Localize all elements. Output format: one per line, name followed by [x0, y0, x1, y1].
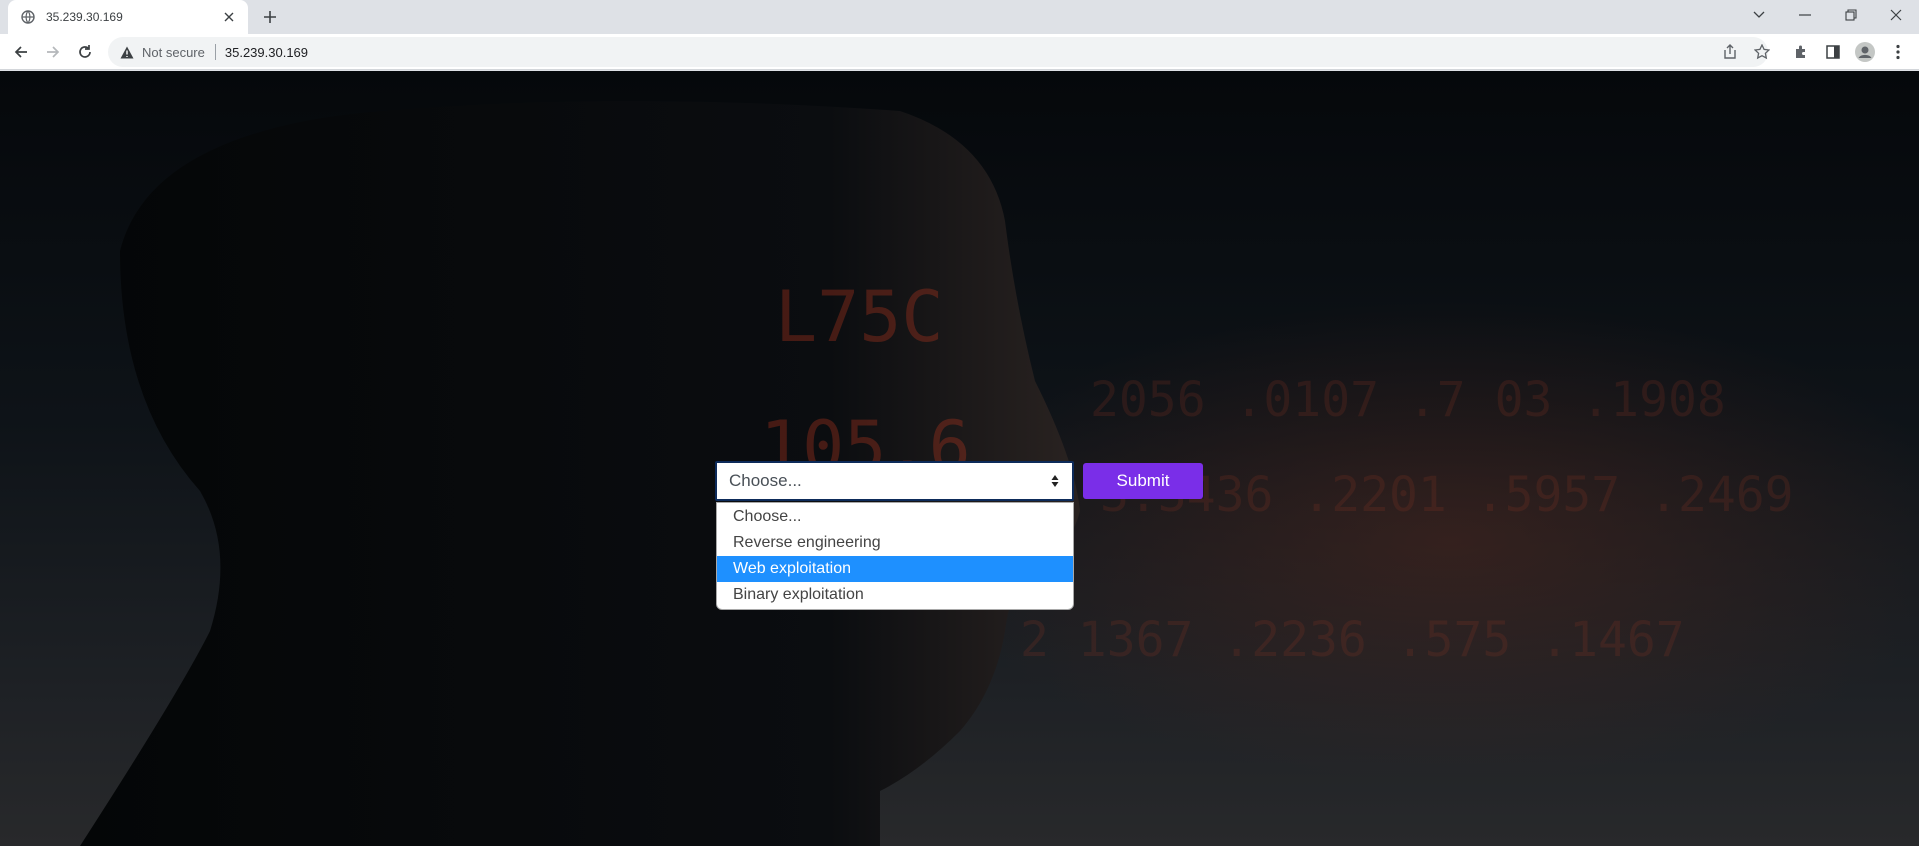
select-arrows-icon [1050, 473, 1060, 489]
url-text[interactable]: 35.239.30.169 [225, 45, 308, 60]
tab-strip: 35.239.30.169 [0, 0, 1919, 34]
share-icon[interactable] [1718, 40, 1742, 64]
forward-arrow-icon[interactable] [41, 40, 65, 64]
address-bar[interactable]: Not secure 35.239.30.169 [108, 37, 1768, 67]
option-choose[interactable]: Choose... [717, 504, 1073, 530]
minimize-icon[interactable] [1782, 0, 1828, 30]
category-select[interactable]: Choose... [715, 461, 1074, 501]
close-icon[interactable] [1873, 0, 1919, 30]
hacker-background-image: L75C 105.6 2056 .0107 .7 03 .1908 3.3436… [80, 101, 1919, 846]
back-arrow-icon[interactable] [9, 40, 33, 64]
svg-text:2056 .0107 .7 03 .1908: 2056 .0107 .7 03 .1908 [1090, 372, 1726, 428]
restore-icon[interactable] [1828, 0, 1874, 30]
page-content: L75C 105.6 2056 .0107 .7 03 .1908 3.3436… [0, 71, 1919, 846]
svg-text:3.3436 .2201 .5957 .2469: 3.3436 .2201 .5957 .2469 [1100, 467, 1794, 523]
option-binary-exploitation[interactable]: Binary exploitation [717, 582, 1073, 608]
profile-icon[interactable] [1853, 40, 1877, 64]
browser-tab[interactable]: 35.239.30.169 [8, 0, 248, 34]
svg-text:2 1367 .2236 .575 .1467: 2 1367 .2236 .575 .1467 [1020, 612, 1685, 668]
star-icon[interactable] [1750, 40, 1774, 64]
option-web-exploitation[interactable]: Web exploitation [717, 556, 1073, 582]
side-panel-icon[interactable] [1821, 40, 1845, 64]
chevron-down-icon[interactable] [1736, 0, 1782, 30]
globe-icon [20, 9, 36, 25]
option-reverse-engineering[interactable]: Reverse engineering [717, 530, 1073, 556]
divider [214, 44, 216, 60]
category-form: Choose... Submit [715, 461, 1203, 501]
svg-text:L75C: L75C [775, 276, 944, 358]
reload-icon[interactable] [73, 40, 97, 64]
extensions-icon[interactable] [1789, 40, 1813, 64]
menu-icon[interactable] [1886, 40, 1910, 64]
submit-button[interactable]: Submit [1083, 463, 1203, 499]
close-icon[interactable] [220, 8, 238, 26]
category-dropdown: Choose... Reverse engineering Web exploi… [716, 502, 1074, 610]
tab-title: 35.239.30.169 [46, 10, 123, 24]
security-label[interactable]: Not secure [142, 45, 205, 60]
warning-icon[interactable] [120, 45, 134, 59]
plus-icon[interactable] [258, 5, 282, 29]
select-value: Choose... [729, 471, 802, 490]
browser-toolbar: Not secure 35.239.30.169 [0, 34, 1919, 70]
